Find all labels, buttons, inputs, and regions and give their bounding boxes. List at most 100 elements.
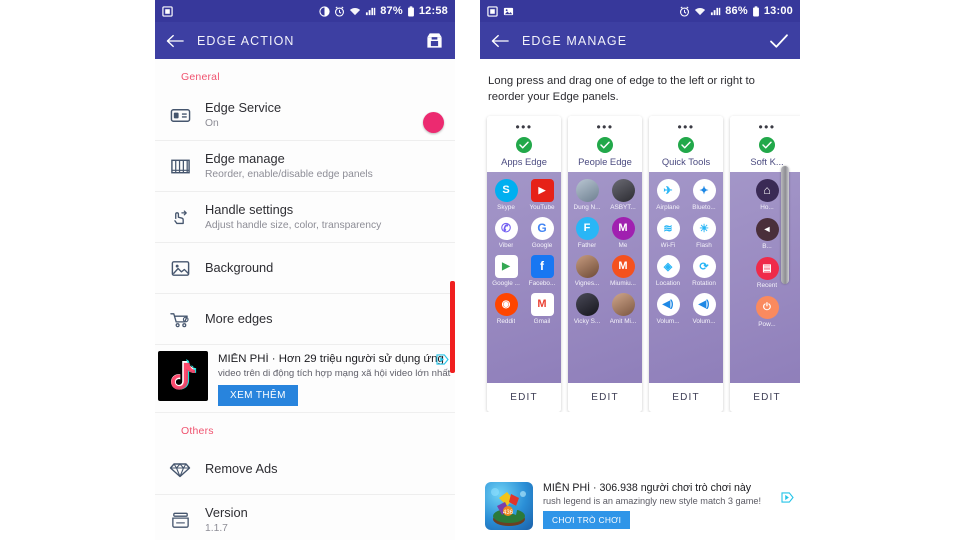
row-title: Edge manage bbox=[205, 150, 285, 166]
page-title: EDGE MANAGE bbox=[522, 33, 628, 48]
panel-item-label: Pow... bbox=[758, 320, 776, 328]
scrollbar-thumb[interactable] bbox=[450, 281, 455, 373]
edge-action-screen: 87% 12:58 EDGE ACTION General Edge Servi… bbox=[155, 0, 455, 540]
overflow-dots-icon[interactable]: ••• bbox=[487, 121, 561, 133]
edge-panel-card-list[interactable]: ••• Apps Edge S Skype ▶ YouTube ✆ Viber … bbox=[480, 106, 800, 412]
back-arrow-icon[interactable] bbox=[491, 34, 509, 48]
tiktok-ad-banner[interactable]: MIỄN PHÍ · Hơn 29 triệu người sử dụng ứn… bbox=[155, 345, 455, 413]
ad-choices-icon[interactable] bbox=[781, 492, 794, 503]
signal-icon bbox=[710, 6, 721, 17]
edit-button[interactable]: EDIT bbox=[487, 382, 561, 412]
panel-item: M Gmail bbox=[525, 292, 559, 325]
card-title: Quick Tools bbox=[661, 155, 711, 167]
panel-item-label: Airplane bbox=[656, 203, 680, 211]
back-arrow-icon[interactable] bbox=[166, 34, 184, 48]
app-icon-skype: S bbox=[494, 178, 518, 202]
row-title: Remove Ads bbox=[205, 461, 278, 476]
panel-item-label: Facebo... bbox=[528, 279, 556, 287]
wifi-icon: ≋ bbox=[656, 216, 680, 240]
panel-item: ⌂ Ho... bbox=[755, 178, 779, 211]
left-status-bar: 87% 12:58 bbox=[155, 0, 455, 22]
ad-headline: MIỄN PHÍ · 306.938 người chơi trò chơi n… bbox=[543, 482, 752, 494]
rotation-icon: ⟳ bbox=[692, 254, 716, 278]
right-status-bar: 86% 13:00 bbox=[480, 0, 800, 22]
edge-panel-card[interactable]: ••• People Edge Dung N... ASBYT... F Fat… bbox=[568, 115, 642, 412]
check-icon[interactable] bbox=[769, 33, 789, 49]
edit-button[interactable]: EDIT bbox=[568, 382, 642, 412]
row-title: Handle settings bbox=[205, 201, 294, 217]
left-app-bar: EDGE ACTION bbox=[155, 22, 455, 59]
wifi-icon bbox=[349, 6, 361, 17]
card-preview: ✈ Airplane ✦ Blueto... ≋ Wi-Fi ☀ Flash ◈… bbox=[649, 171, 723, 383]
row-edge-manage[interactable]: Edge manage Reorder, enable/disable edge… bbox=[155, 141, 455, 192]
edge-panel-card[interactable]: ••• Quick Tools ✈ Airplane ✦ Blueto... ≋… bbox=[649, 115, 723, 412]
right-body: Long press and drag one of edge to the l… bbox=[480, 59, 800, 540]
panel-item-label: Reddit bbox=[496, 317, 516, 325]
app-icon bbox=[162, 5, 173, 17]
edge-manage-screen: 86% 13:00 EDGE MANAGE Long press and dra… bbox=[480, 0, 800, 540]
power-button-icon: ⏻ bbox=[755, 295, 779, 319]
panel-item: f Facebo... bbox=[525, 254, 559, 287]
overflow-dots-icon[interactable]: ••• bbox=[730, 121, 800, 133]
row-more-edges[interactable]: More edges bbox=[155, 294, 455, 345]
ad-choices-icon[interactable] bbox=[436, 354, 449, 365]
panel-item: ▤ Recent bbox=[755, 256, 779, 289]
battery-percent-label: 86% bbox=[725, 5, 748, 17]
panel-item: Dung N... bbox=[570, 178, 604, 211]
game-ad-banner[interactable]: 436 MIỄN PHÍ · 306.938 người chơi trò ch… bbox=[480, 478, 800, 534]
check-circle-icon[interactable] bbox=[678, 136, 694, 153]
left-scroll-body[interactable]: General Edge Service On Edge manage Reor… bbox=[155, 59, 455, 540]
panel-item: ✈ Airplane bbox=[651, 178, 685, 211]
edge-service-icon bbox=[155, 105, 205, 126]
panel-item-label: YouTube bbox=[529, 203, 555, 211]
ad-cta-button[interactable]: CHƠI TRÒ CHƠI bbox=[543, 511, 631, 529]
card-preview: S Skype ▶ YouTube ✆ Viber G Google ▶ Goo… bbox=[487, 171, 561, 383]
row-subtitle: Reorder, enable/disable edge panels bbox=[205, 168, 373, 180]
contact-avatar: F bbox=[575, 216, 599, 240]
panel-item-label: Flash bbox=[696, 241, 712, 249]
bluetooth-icon: ✦ bbox=[692, 178, 716, 202]
airplane-mode-icon: ✈ bbox=[656, 178, 680, 202]
edit-button[interactable]: EDIT bbox=[730, 382, 800, 412]
overflow-dots-icon[interactable]: ••• bbox=[649, 121, 723, 133]
panel-item: ◈ Location bbox=[651, 254, 685, 287]
edit-button[interactable]: EDIT bbox=[649, 382, 723, 412]
row-version[interactable]: Version 1.1.7 bbox=[155, 495, 455, 540]
panel-item-label: Location bbox=[655, 279, 681, 287]
panel-item: ◀) Volum... bbox=[687, 292, 721, 325]
toggle-knob bbox=[423, 111, 444, 133]
check-circle-icon[interactable] bbox=[759, 136, 775, 153]
row-handle-settings[interactable]: Handle settings Adjust handle size, colo… bbox=[155, 192, 455, 243]
row-background[interactable]: Background bbox=[155, 243, 455, 294]
edge-panel-card[interactable]: ••• Soft K... ⌂ Ho... ◄ B... ▤ Recent ⏻ … bbox=[730, 115, 800, 412]
panel-item: ASBYT... bbox=[606, 178, 640, 211]
ad-cta-button[interactable]: XEM THÊM bbox=[218, 385, 298, 406]
row-remove-ads[interactable]: Remove Ads bbox=[155, 444, 455, 495]
edge-panel-card[interactable]: ••• Apps Edge S Skype ▶ YouTube ✆ Viber … bbox=[487, 115, 561, 412]
edge-handle-overlay[interactable] bbox=[781, 165, 789, 284]
check-circle-icon[interactable] bbox=[516, 136, 532, 153]
panel-item: ◄ B... bbox=[755, 217, 779, 250]
app-icon-facebook: f bbox=[530, 254, 554, 278]
card-preview: ⌂ Ho... ◄ B... ▤ Recent ⏻ Pow... bbox=[730, 171, 800, 383]
contact-avatar bbox=[575, 254, 599, 278]
left-margin bbox=[0, 0, 155, 540]
check-circle-icon[interactable] bbox=[597, 136, 613, 153]
panel-item: Vignes... bbox=[570, 254, 604, 287]
card-header: ••• Quick Tools bbox=[649, 115, 723, 172]
screenshot-root: 87% 12:58 EDGE ACTION General Edge Servi… bbox=[0, 0, 960, 540]
row-edge-service[interactable]: Edge Service On bbox=[155, 90, 455, 141]
panel-item-label: Volum... bbox=[692, 317, 716, 325]
panel-item-label: Gmail bbox=[533, 317, 551, 325]
row-subtitle: On bbox=[205, 117, 219, 129]
row-title: Background bbox=[205, 260, 274, 275]
panel-item-label: Google ... bbox=[492, 279, 520, 287]
home-button-icon: ⌂ bbox=[755, 178, 779, 202]
panel-item: S Skype bbox=[489, 178, 523, 211]
panel-item-label: B... bbox=[762, 242, 772, 250]
panel-item-label: Blueto... bbox=[692, 203, 716, 211]
overflow-dots-icon[interactable]: ••• bbox=[568, 121, 642, 133]
shop-icon[interactable] bbox=[425, 31, 444, 50]
panel-item: Amit Mi... bbox=[606, 292, 640, 325]
panel-item: ⟳ Rotation bbox=[687, 254, 721, 287]
